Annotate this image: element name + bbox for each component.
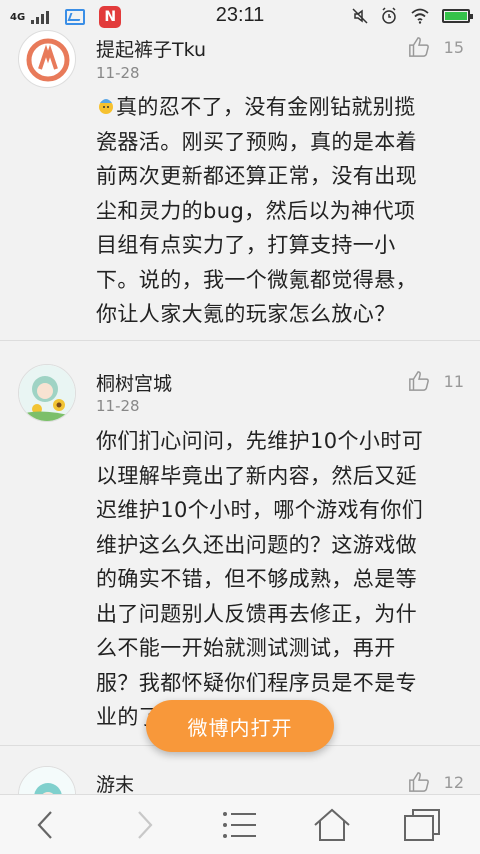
like-button[interactable]: 15 — [408, 36, 464, 58]
thumb-up-icon — [408, 37, 429, 57]
comment-line: 你让人家大氪的玩家怎么放心？ — [96, 302, 396, 326]
tabs-icon — [404, 809, 440, 841]
comment-line: 以理解毕竟出了新内容，然后又延 — [96, 463, 417, 488]
divider — [0, 340, 480, 341]
wifi-icon — [411, 8, 429, 24]
comment-text: 你们扪心问问，先维护10个小时可 以理解毕竟出了新内容，然后又延 迟维护10个小… — [96, 424, 460, 735]
username[interactable]: 游末 — [96, 770, 134, 797]
comment-line: 下。说的，我一个微氪都觉得悬， — [96, 267, 417, 292]
comment-line: 瓷器活。刚买了预购，真的是本着 — [96, 129, 417, 154]
comment-line: 你们扪心问问，先维护10个小时可 — [96, 429, 424, 453]
comment-line: 真的忍不了，没有金刚钻就别揽 — [96, 90, 460, 125]
menu-button[interactable] — [220, 805, 260, 845]
open-in-weibo-button[interactable]: 微博内打开 — [146, 700, 334, 752]
chevron-left-icon — [37, 811, 52, 839]
like-count: 12 — [443, 772, 464, 792]
home-icon — [314, 808, 350, 841]
status-bar: 4G N 23:11 — [0, 0, 480, 32]
comment-date: 11-28 — [96, 397, 140, 415]
comment-line: 尘和灵力的bug，然后以为神代项 — [96, 198, 416, 223]
comment-line: 前两次更新都还算正常，没有出现 — [96, 164, 417, 188]
mute-icon — [352, 8, 368, 24]
comment-date: 11-28 — [96, 64, 140, 82]
like-button[interactable]: 11 — [408, 370, 464, 392]
comment-line: 服？我都怀疑你们程序员是不是专 — [96, 670, 417, 695]
status-right — [352, 7, 473, 25]
overwatch-logo-icon — [22, 34, 74, 86]
menu-icon — [223, 812, 256, 838]
avatar[interactable] — [18, 364, 76, 422]
emoji-icon — [99, 99, 113, 114]
back-button[interactable] — [26, 805, 66, 845]
comment-line: 出了问题别人反馈再去修正，为什 — [96, 601, 417, 626]
like-button[interactable]: 12 — [408, 771, 464, 793]
thumb-up-icon — [408, 772, 429, 792]
alarm-icon — [382, 7, 396, 24]
thumb-up-icon — [408, 371, 429, 391]
forward-button[interactable] — [124, 805, 164, 845]
username[interactable]: 提起裤子Tku — [96, 35, 206, 62]
comment-line: 的确实不错，但不够成熟，总是等 — [96, 567, 417, 591]
tabs-button[interactable] — [402, 805, 442, 845]
comment-line-text: 真的忍不了，没有金刚钻就别揽 — [116, 95, 416, 119]
battery-icon — [442, 9, 473, 23]
home-button[interactable] — [312, 805, 352, 845]
anime-avatar-icon — [19, 365, 75, 421]
bottom-nav — [0, 794, 480, 854]
comment-line: 维护这么久还出问题的？这游戏做 — [96, 532, 417, 557]
comment-line: 迟维护10个小时，哪个游戏有你们 — [96, 498, 424, 522]
chevron-right-icon — [138, 811, 153, 839]
like-count: 11 — [443, 371, 464, 391]
comment-line: 么不能一开始就测试测试，再开 — [96, 636, 396, 660]
username[interactable]: 桐树宫城 — [96, 369, 172, 396]
comment-text: 真的忍不了，没有金刚钻就别揽 瓷器活。刚买了预购，真的是本着 前两次更新都还算正… — [96, 90, 460, 332]
comment-line: 目组有点实力了，打算支持一小 — [96, 233, 396, 257]
avatar[interactable] — [18, 30, 76, 88]
like-count: 15 — [443, 37, 464, 57]
